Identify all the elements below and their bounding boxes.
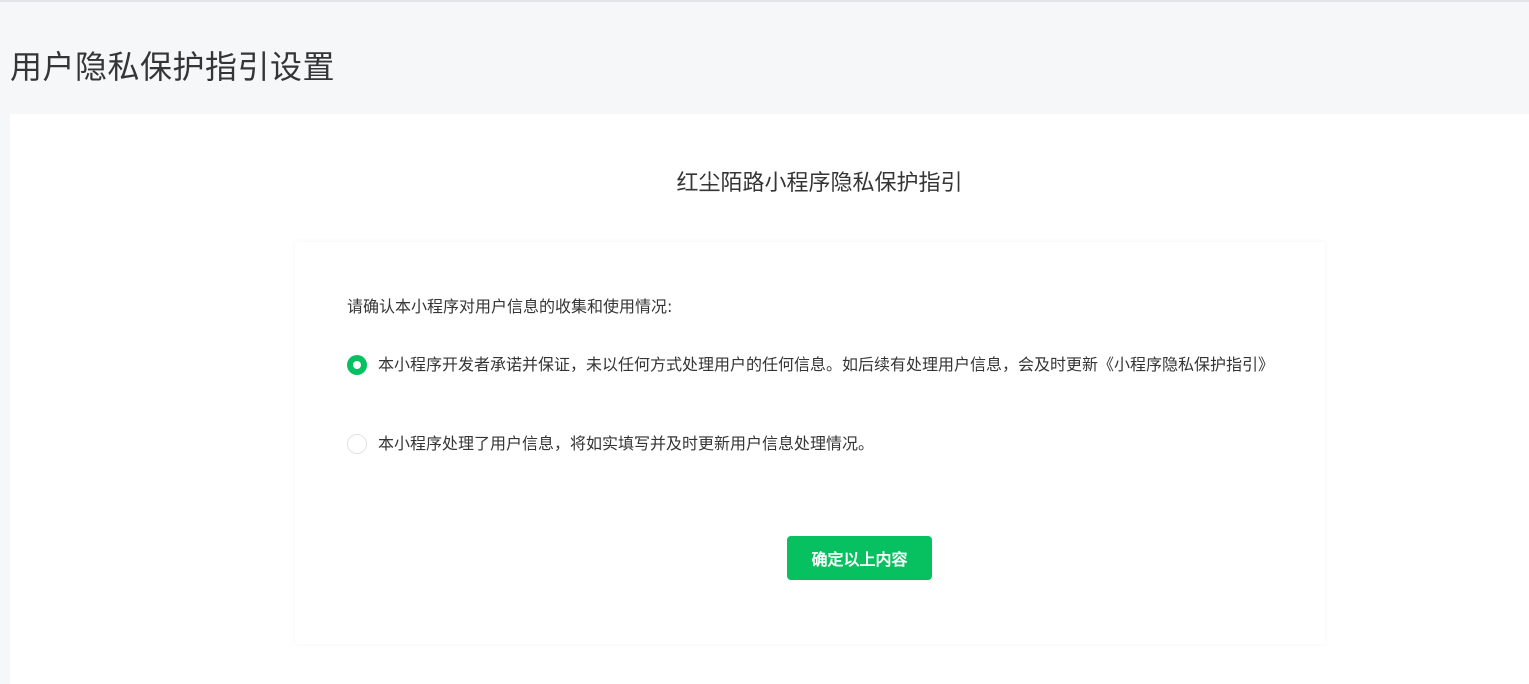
option-label: 本小程序开发者承诺并保证，未以任何方式处理用户的任何信息。如后续有处理用户信息，… bbox=[378, 355, 1275, 374]
page-title: 用户隐私保护指引设置 bbox=[10, 48, 336, 86]
option-label: 本小程序处理了用户信息，将如实填写并及时更新用户信息处理情况。 bbox=[378, 434, 875, 453]
panel-prompt: 请确认本小程序对用户信息的收集和使用情况: bbox=[347, 297, 673, 316]
radio-unchecked-icon[interactable] bbox=[347, 434, 367, 454]
confirm-button[interactable]: 确定以上内容 bbox=[787, 536, 932, 580]
radio-checked-icon[interactable] bbox=[347, 355, 367, 375]
top-divider bbox=[0, 0, 1529, 2]
option-processes-user-info[interactable]: 本小程序处理了用户信息，将如实填写并及时更新用户信息处理情况。 bbox=[347, 432, 1327, 459]
guide-title: 红尘陌路小程序隐私保护指引 bbox=[676, 171, 963, 196]
confirm-panel: 请确认本小程序对用户信息的收集和使用情况: 本小程序开发者承诺并保证，未以任何方… bbox=[295, 242, 1325, 644]
option-no-user-info[interactable]: 本小程序开发者承诺并保证，未以任何方式处理用户的任何信息。如后续有处理用户信息，… bbox=[347, 353, 1327, 380]
content-card: 红尘陌路小程序隐私保护指引 请确认本小程序对用户信息的收集和使用情况: 本小程序… bbox=[10, 114, 1529, 684]
